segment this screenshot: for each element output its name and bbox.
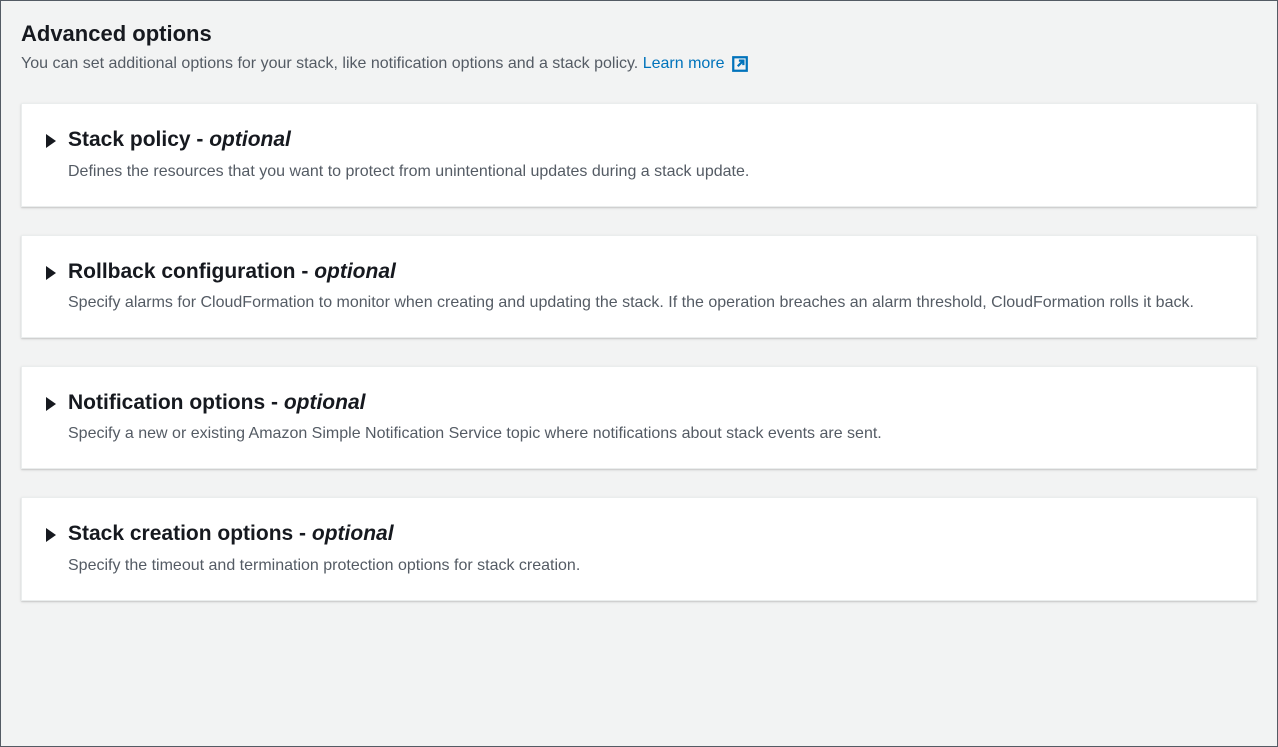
section-title-text: Notification options - [68, 391, 284, 414]
external-link-icon [731, 55, 749, 73]
section-description: Specify alarms for CloudFormation to mon… [68, 291, 1232, 315]
stack-creation-options-section: Stack creation options - optional Specif… [21, 497, 1257, 600]
rollback-configuration-section: Rollback configuration - optional Specif… [21, 235, 1257, 338]
stack-policy-section: Stack policy - optional Defines the reso… [21, 103, 1257, 206]
learn-more-label: Learn more [643, 53, 725, 75]
section-title: Notification options - optional [68, 389, 1232, 416]
expand-icon [46, 528, 56, 542]
expand-icon [46, 397, 56, 411]
section-title-text: Stack creation options - [68, 522, 312, 545]
section-description: Specify a new or existing Amazon Simple … [68, 422, 1232, 446]
expand-icon [46, 134, 56, 148]
page-subtitle: You can set additional options for your … [21, 53, 1257, 75]
learn-more-link[interactable]: Learn more [643, 53, 749, 75]
page-title: Advanced options [21, 21, 1257, 47]
page-subtitle-text: You can set additional options for your … [21, 55, 638, 72]
section-content: Notification options - optional Specify … [68, 389, 1232, 446]
section-title-text: Stack policy - [68, 128, 209, 151]
section-content: Stack creation options - optional Specif… [68, 520, 1232, 577]
advanced-options-panel: Advanced options You can set additional … [0, 0, 1278, 747]
section-content: Rollback configuration - optional Specif… [68, 258, 1232, 315]
section-title: Stack creation options - optional [68, 520, 1232, 547]
rollback-configuration-header[interactable]: Rollback configuration - optional Specif… [46, 258, 1232, 315]
stack-policy-header[interactable]: Stack policy - optional Defines the reso… [46, 126, 1232, 183]
section-title: Rollback configuration - optional [68, 258, 1232, 285]
section-optional-label: optional [314, 260, 396, 283]
notification-options-section: Notification options - optional Specify … [21, 366, 1257, 469]
expand-icon [46, 266, 56, 280]
notification-options-header[interactable]: Notification options - optional Specify … [46, 389, 1232, 446]
section-title-text: Rollback configuration - [68, 260, 314, 283]
section-optional-label: optional [284, 391, 366, 414]
stack-creation-options-header[interactable]: Stack creation options - optional Specif… [46, 520, 1232, 577]
section-title: Stack policy - optional [68, 126, 1232, 153]
section-description: Specify the timeout and termination prot… [68, 554, 1232, 578]
section-description: Defines the resources that you want to p… [68, 160, 1232, 184]
section-content: Stack policy - optional Defines the reso… [68, 126, 1232, 183]
section-optional-label: optional [312, 522, 394, 545]
section-optional-label: optional [209, 128, 291, 151]
